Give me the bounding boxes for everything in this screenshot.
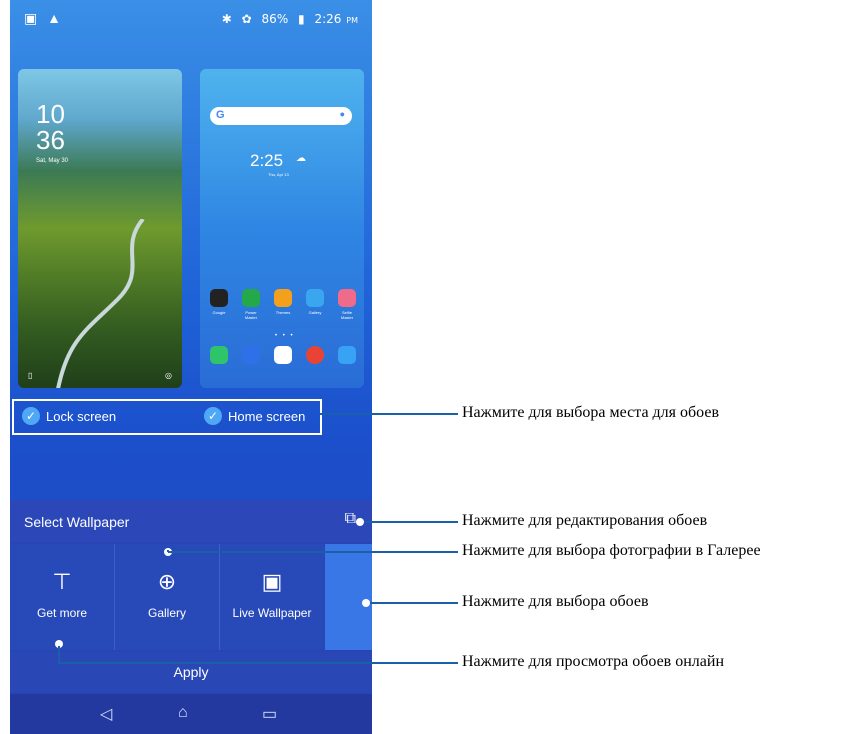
callout-line-location (320, 413, 458, 415)
status-bar: ▣ ▲ ✱ ✿ 86% ▮ 2:26 PM (10, 0, 372, 36)
callout-dot-edit (356, 518, 364, 526)
location-checkbox-group: ✓ Lock screen ✓ Home screen (12, 399, 322, 435)
status-time-suffix: PM (346, 16, 358, 25)
battery-icon: ▮ (298, 12, 305, 26)
select-wallpaper-title: Select Wallpaper (24, 514, 130, 530)
lock-screen-preview[interactable]: 10 36 Sat, May 30 ▯ ◎ (18, 69, 182, 388)
lock-clock-minutes: 36 (36, 125, 65, 155)
live-wallpaper-icon: ▣ (261, 569, 283, 594)
warning-icon: ▲ (47, 10, 61, 26)
annotation-choose: Нажмите для выбора обоев (462, 593, 649, 610)
app-themes: Themes (272, 289, 294, 320)
app-messages (240, 346, 262, 364)
page-dots: • • • (275, 333, 295, 339)
lock-screen-label: Lock screen (46, 408, 117, 424)
gallery-label: Gallery (147, 606, 186, 620)
home-clock: 2:25 (250, 151, 284, 170)
mic-icon: ● (339, 109, 345, 119)
river-image (56, 219, 145, 388)
gallery-button[interactable]: ⊕ Gallery (115, 544, 219, 650)
app-power-master: Power Master (240, 289, 262, 320)
annotation-online: Нажмите для просмотра обоев онлайн (462, 653, 725, 670)
app-chrome (304, 346, 326, 364)
annotation-gallery: Нажмите для выбора фотографии в Галерее (462, 542, 761, 559)
live-wallpaper-label: Live Wallpaper (232, 606, 312, 620)
app-row-2 (208, 346, 358, 364)
wallpaper-thumbnail[interactable] (325, 544, 372, 650)
lock-screen-checkbox[interactable]: ✓ Lock screen (22, 407, 116, 425)
callout-line-choose (370, 602, 458, 604)
lock-clock-hours: 10 (36, 99, 65, 129)
callout-line-online (58, 662, 458, 664)
camera-shortcut-icon: ▯ (28, 371, 33, 380)
edit-wallpaper-icon[interactable]: ⧉ (345, 510, 356, 528)
apply-button[interactable]: Apply (10, 652, 372, 692)
app-phone (208, 346, 230, 364)
check-icon: ✓ (22, 407, 40, 425)
app-camera (336, 346, 358, 364)
back-icon[interactable]: ◁ (100, 704, 112, 724)
lock-camera-icon: ◎ (165, 371, 172, 380)
get-more-button[interactable]: ⊤ Get more (10, 544, 114, 650)
battery-percent: 86% (261, 12, 289, 26)
image-icon: ▣ (24, 10, 38, 26)
settings-status-icon: ✿ (241, 12, 252, 26)
google-icon: G (216, 109, 225, 121)
app-gallery: Gallery (304, 289, 326, 320)
check-icon: ✓ (204, 407, 222, 425)
app-row-1: Google Power Master Themes Gallery Selfi… (208, 289, 358, 320)
search-bar: G ● (210, 107, 352, 125)
bluetooth-icon: ✱ (221, 12, 232, 26)
lock-clock: 10 36 (36, 101, 65, 153)
get-more-label: Get more (36, 606, 87, 620)
navigation-bar: ◁ ⌂ ▭ (10, 694, 372, 734)
status-left: ▣ ▲ (24, 10, 61, 27)
home-icon[interactable]: ⌂ (178, 704, 188, 722)
paint-roller-icon: ⊤ (52, 569, 72, 594)
callout-dot-choose (362, 599, 370, 607)
callout-line-edit (364, 521, 458, 523)
app-selfie-master: Selfie Master (336, 289, 358, 320)
select-wallpaper-header: Select Wallpaper ⧉ (10, 500, 372, 542)
status-right: ✱ ✿ 86% ▮ 2:26 PM (216, 12, 358, 26)
home-date: Thu, Apr 13 (268, 172, 289, 177)
annotation-edit: Нажмите для редактирования обоев (462, 512, 708, 529)
app-play-store (272, 346, 294, 364)
lock-date: Sat, May 30 (36, 158, 69, 164)
live-wallpaper-button[interactable]: ▣ Live Wallpaper (220, 544, 324, 650)
annotation-location: Нажмите для выбора места для обоев (462, 404, 720, 421)
gallery-icon: ⊕ (157, 569, 177, 594)
app-google: Google (208, 289, 230, 320)
recents-icon[interactable]: ▭ (262, 704, 277, 724)
weather-icon: ☁ (296, 153, 306, 164)
home-screen-preview[interactable]: G ● 2:25 ☁ Thu, Apr 13 Google Power Mast… (200, 69, 364, 388)
phone-screen: ▣ ▲ ✱ ✿ 86% ▮ 2:26 PM 10 36 Sat, May 30 … (10, 0, 372, 734)
home-screen-checkbox[interactable]: ✓ Home screen (204, 407, 305, 425)
status-time: 2:26 (314, 12, 342, 26)
home-screen-label: Home screen (228, 408, 306, 424)
callout-line-gallery (168, 551, 458, 553)
